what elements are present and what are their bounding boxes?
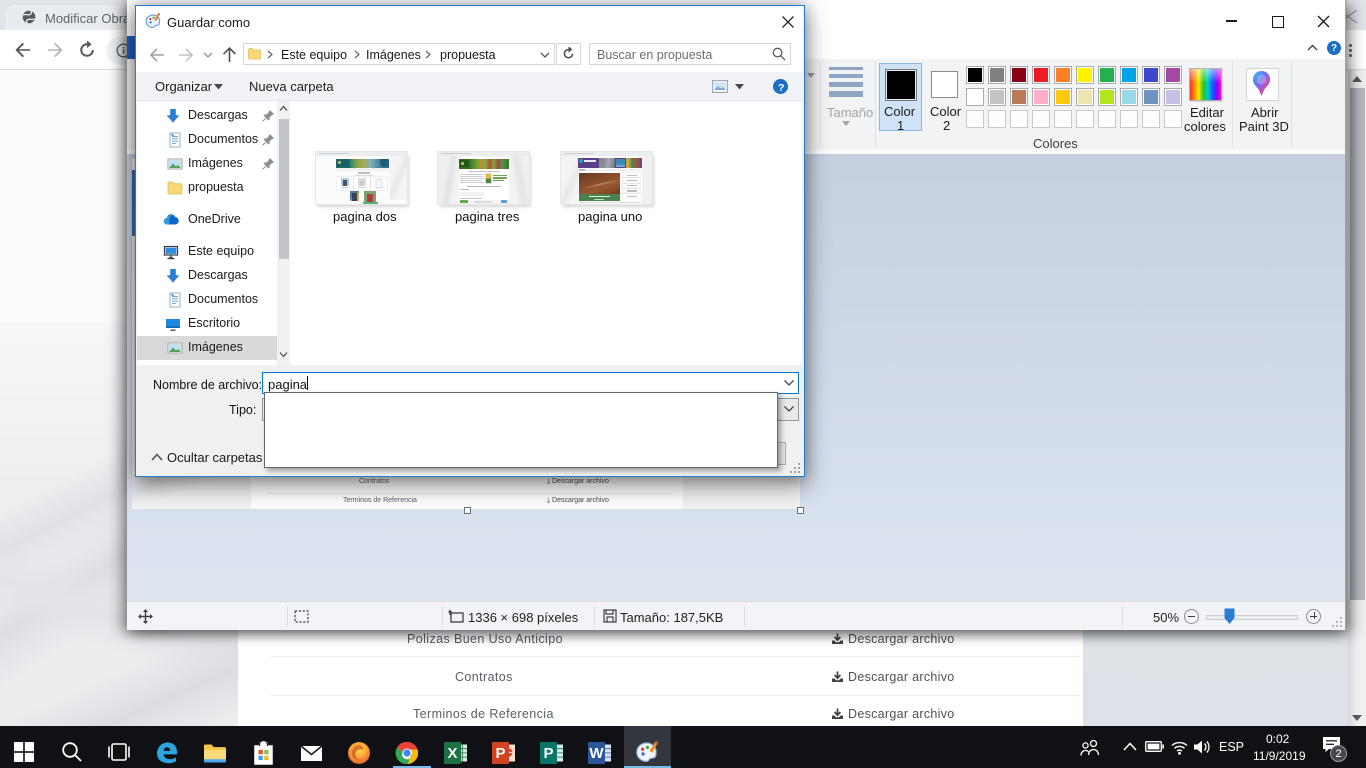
svg-text:W: W <box>589 745 604 762</box>
svg-text:X: X <box>447 745 457 762</box>
svg-text:P: P <box>543 745 553 762</box>
svg-text:P: P <box>495 745 505 762</box>
